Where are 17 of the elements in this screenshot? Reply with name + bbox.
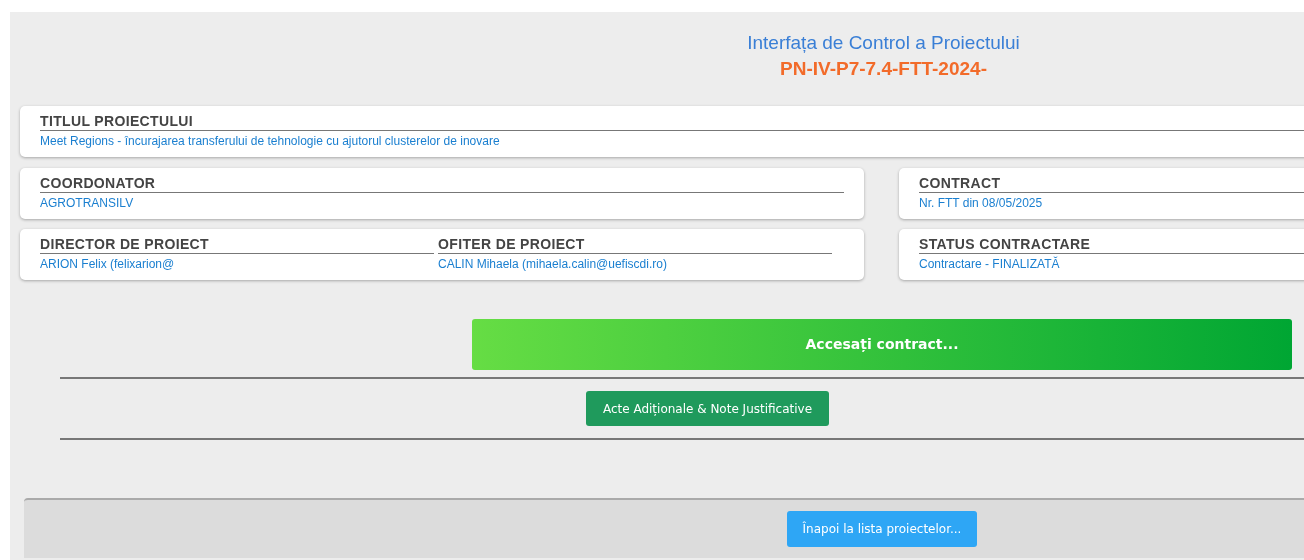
field-value: ARION Felix (felixarion@ [40, 256, 176, 272]
addenda-button[interactable]: Acte Adiționale & Note Justificative [585, 391, 830, 426]
field-label: STATUS CONTRACTARE [919, 236, 1304, 254]
field-value: AGROTRANSILV [40, 195, 135, 211]
field-label: COORDONATOR [40, 175, 844, 193]
project-code: PN-IV-P7-7.4-FTT-2024- [780, 58, 987, 80]
field-label: OFITER DE PROIECT [438, 236, 832, 254]
access-contract-button[interactable]: Accesați contract... [472, 319, 1292, 370]
field-label: DIRECTOR DE PROIECT [40, 236, 434, 254]
field-value: Meet Regions - încurajarea transferului de tehnologie cu ajutorul clusterelor de inovare [40, 133, 501, 149]
field-value: Nr. FTT din 08/05/2025 [919, 195, 1044, 211]
field-label: CONTRACT [919, 175, 1304, 193]
field-value: CALIN Mihaela (mihaela.calin@uefiscdi.ro) [438, 256, 668, 272]
page-title: Interfața de Control a Proiectului [747, 32, 1020, 54]
field-value: Contractare - FINALIZATĂ [919, 256, 1061, 272]
back-to-list-button[interactable]: Înapoi la lista proiectelor... [787, 511, 977, 547]
field-label: TITLUL PROIECTULUI [40, 113, 1304, 131]
